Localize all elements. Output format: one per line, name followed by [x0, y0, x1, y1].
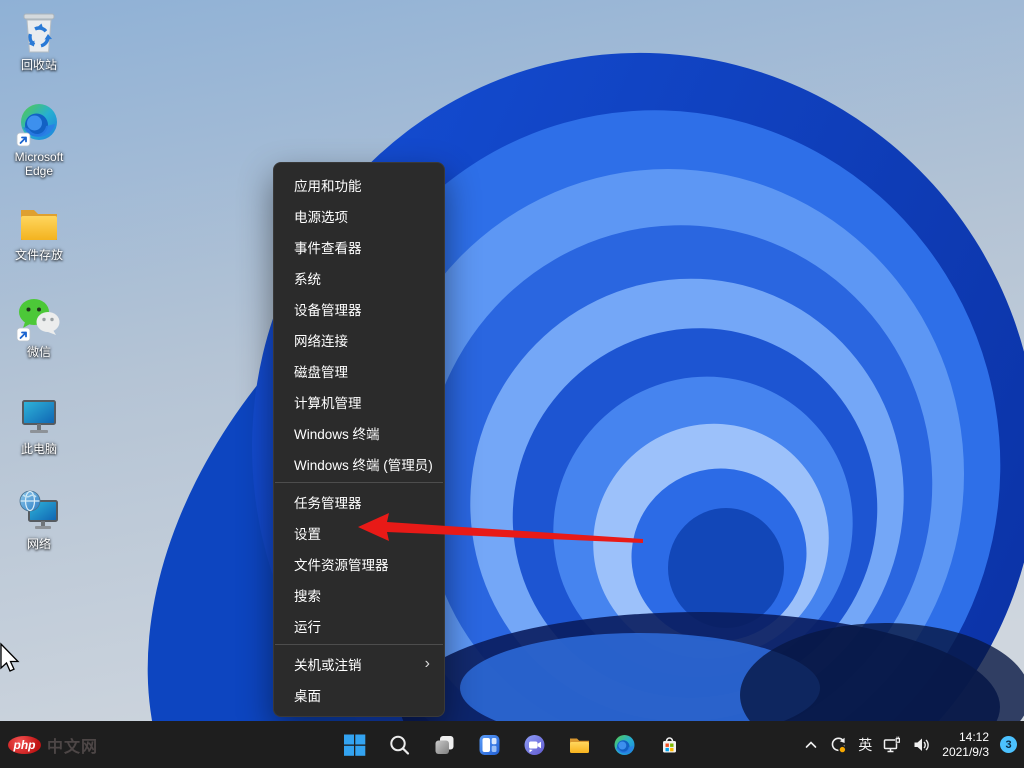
- menu-item-search[interactable]: 搜索: [274, 579, 444, 610]
- taskbar-clock[interactable]: 14:12 2021/9/3: [942, 730, 989, 760]
- microsoft-store-button[interactable]: [657, 732, 683, 758]
- menu-item-label: 应用和功能: [294, 178, 362, 194]
- this-pc-icon: [22, 400, 56, 433]
- menu-item-label: 设备管理器: [294, 302, 362, 318]
- network-tray[interactable]: [883, 736, 902, 754]
- win-x-menu: 应用和功能电源选项事件查看器系统设备管理器网络连接磁盘管理计算机管理 Window…: [273, 162, 445, 717]
- widgets-icon: [479, 734, 500, 755]
- network-icon: [19, 490, 58, 529]
- menu-item-run[interactable]: 运行: [274, 610, 444, 641]
- menu-item-label: Windows 终端 (管理员): [294, 457, 433, 473]
- taskbar-center-icons: [342, 721, 683, 768]
- ime-indicator[interactable]: 英: [858, 735, 872, 755]
- hidden-icons-chevron[interactable]: [804, 738, 818, 752]
- start-button[interactable]: [342, 732, 368, 758]
- menu-item-shutdown-or-signout[interactable]: 关机或注销 ›: [274, 648, 444, 679]
- mouse-cursor: [0, 642, 20, 672]
- system-tray: 英 14:12 2021/9/3 3: [804, 721, 1017, 768]
- watermark-text: 中文网: [47, 738, 99, 756]
- desktop-icon-label: 回收站: [20, 58, 57, 72]
- menu-item-file-explorer[interactable]: 文件资源管理器: [274, 548, 444, 579]
- menu-item-desktop[interactable]: 桌面: [274, 679, 444, 710]
- menu-item-task-manager[interactable]: 任务管理器: [274, 486, 444, 517]
- desktop-icon-wechat[interactable]: 微信: [0, 295, 78, 359]
- menu-item-network-connections[interactable]: 网络连接: [274, 324, 444, 355]
- wallpaper-bloom: [0, 0, 1024, 768]
- menu-item-apps-and-features[interactable]: 应用和功能: [274, 169, 444, 200]
- file-explorer-icon: [570, 738, 589, 753]
- php-logo: php: [8, 735, 41, 754]
- chevron-up-icon: [805, 740, 817, 748]
- wechat-icon: [16, 299, 60, 342]
- menu-separator: [275, 482, 443, 483]
- menu-item-label: 桌面: [294, 688, 321, 704]
- menu-item-power-options[interactable]: 电源选项: [274, 200, 444, 231]
- task-view-button[interactable]: [432, 732, 458, 758]
- recycle-bin-icon: [23, 13, 55, 53]
- menu-item-device-manager[interactable]: 设备管理器: [274, 293, 444, 324]
- menu-item-disk-management[interactable]: 磁盘管理: [274, 355, 444, 386]
- desktop-icon-microsoft-edge[interactable]: Microsoft Edge: [0, 100, 78, 178]
- edge-icon: [614, 734, 635, 755]
- menu-item-label: 设置: [294, 526, 321, 542]
- menu-item-label: 关机或注销: [294, 657, 362, 673]
- taskbar: php 中文网 英 14:12 2021/9/3 3: [0, 721, 1024, 768]
- microsoft-store-icon: [663, 736, 676, 752]
- speaker-icon: [914, 738, 930, 751]
- menu-item-computer-management[interactable]: 计算机管理: [274, 386, 444, 417]
- desktop-icon-label: 网络: [26, 537, 51, 551]
- menu-item-windows-terminal[interactable]: Windows 终端: [274, 417, 444, 448]
- notification-badge[interactable]: 3: [1000, 736, 1017, 753]
- menu-item-event-viewer[interactable]: 事件查看器: [274, 231, 444, 262]
- ethernet-network-icon: [884, 736, 901, 752]
- desktop-icon-label: 微信: [26, 345, 51, 359]
- menu-item-label: 任务管理器: [294, 495, 362, 511]
- desktop-icon-recycle-bin[interactable]: 回收站: [0, 8, 78, 72]
- file-explorer-button[interactable]: [567, 732, 593, 758]
- windows-logo-icon: [344, 734, 366, 756]
- desktop-icon-this-pc[interactable]: 此电脑: [0, 392, 78, 456]
- widgets-button[interactable]: [477, 732, 503, 758]
- chat-icon: [524, 734, 545, 755]
- submenu-chevron-icon: ›: [424, 654, 430, 672]
- menu-item-label: 电源选项: [294, 209, 348, 225]
- watermark: php 中文网: [8, 733, 98, 757]
- menu-item-label: 搜索: [294, 588, 321, 604]
- menu-item-system[interactable]: 系统: [274, 262, 444, 293]
- menu-item-label: 磁盘管理: [294, 364, 348, 380]
- clock-date: 2021/9/3: [942, 744, 989, 759]
- edge-icon: [16, 104, 57, 147]
- menu-item-label: 事件查看器: [294, 240, 362, 256]
- menu-item-label: 网络连接: [294, 333, 348, 349]
- desktop-icon-label: 此电脑: [20, 442, 57, 456]
- desktop-icon-network[interactable]: 网络: [0, 487, 78, 551]
- folder-icon: [21, 210, 57, 240]
- menu-item-label: 运行: [294, 619, 321, 635]
- search-button[interactable]: [387, 732, 413, 758]
- clock-time: 14:12: [958, 729, 989, 744]
- menu-item-settings[interactable]: 设置: [274, 517, 444, 548]
- desktop-screen: 回收站 Microsoft Edge 文件存放 微信 此电脑 网络 应用和功能 …: [0, 0, 1024, 768]
- menu-item-label: 文件资源管理器: [294, 557, 389, 573]
- edge-button[interactable]: [612, 732, 638, 758]
- desktop-icon-label: 文件存放: [14, 248, 63, 262]
- update-sync-icon: [831, 736, 847, 754]
- volume-tray[interactable]: [913, 736, 931, 754]
- desktop-icon-file-storage[interactable]: 文件存放: [0, 198, 78, 262]
- menu-separator: [275, 644, 443, 645]
- chat-button[interactable]: [522, 732, 548, 758]
- windows-update-tray[interactable]: [829, 736, 847, 754]
- task-view-icon: [435, 735, 454, 754]
- menu-item-label: 系统: [294, 271, 321, 287]
- menu-item-label: Windows 终端: [294, 426, 380, 442]
- menu-item-windows-terminal-admin[interactable]: Windows 终端 (管理员): [274, 448, 444, 479]
- search-icon: [390, 735, 410, 755]
- menu-item-label: 计算机管理: [294, 395, 362, 411]
- desktop-icon-label: Microsoft Edge: [14, 150, 64, 178]
